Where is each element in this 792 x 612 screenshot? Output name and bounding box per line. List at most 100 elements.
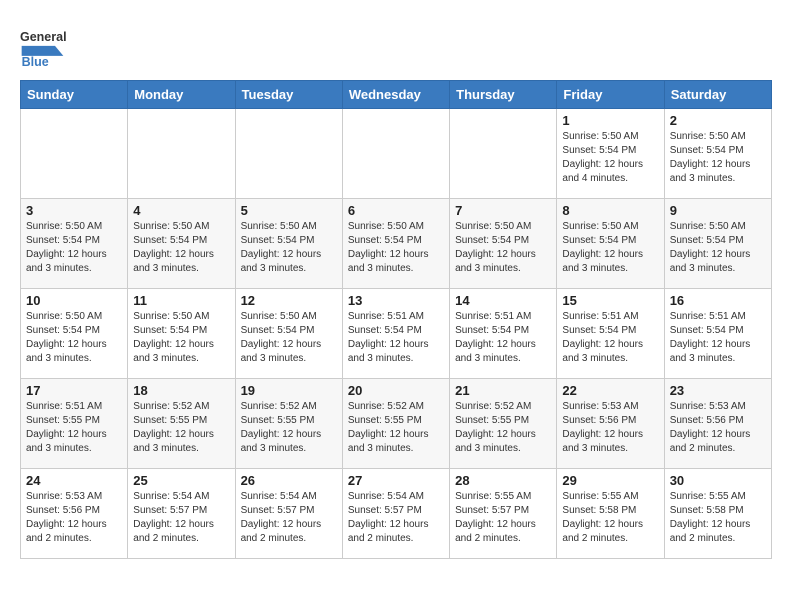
day-number: 26: [241, 473, 337, 488]
day-number: 2: [670, 113, 766, 128]
day-number: 5: [241, 203, 337, 218]
day-info: Sunrise: 5:50 AM Sunset: 5:54 PM Dayligh…: [455, 220, 551, 276]
day-info: Sunrise: 5:53 AM Sunset: 5:56 PM Dayligh…: [670, 400, 766, 456]
svg-text:Blue: Blue: [22, 55, 49, 69]
day-number: 11: [133, 293, 229, 308]
day-number: 22: [562, 383, 658, 398]
calendar-cell: 13 Sunrise: 5:51 AM Sunset: 5:54 PM Dayli…: [342, 289, 449, 379]
day-number: 28: [455, 473, 551, 488]
day-info: Sunrise: 5:52 AM Sunset: 5:55 PM Dayligh…: [133, 400, 229, 456]
calendar-cell: 6Sunrise: 5:50 AM Sunset: 5:54 PM Daylig…: [342, 199, 449, 289]
calendar-cell: [128, 109, 235, 199]
calendar-cell: 8Sunrise: 5:50 AM Sunset: 5:54 PM Daylig…: [557, 199, 664, 289]
logo: General Blue: [20, 20, 70, 70]
day-number: 4: [133, 203, 229, 218]
day-number: 7: [455, 203, 551, 218]
day-info: Sunrise: 5:50 AM Sunset: 5:54 PM Dayligh…: [133, 220, 229, 276]
calendar-cell: 7 Sunrise: 5:50 AM Sunset: 5:54 PM Daylig…: [450, 199, 557, 289]
week-row-1: 1 Sunrise: 5:50 AM Sunset: 5:54 PM Daylig…: [21, 109, 772, 199]
calendar-cell: 26 Sunrise: 5:54 AM Sunset: 5:57 PM Dayli…: [235, 469, 342, 559]
weekday-header-row: SundayMondayTuesdayWednesdayThursdayFrid…: [21, 81, 772, 109]
day-info: Sunrise: 5:50 AM Sunset: 5:54 PM Dayligh…: [26, 310, 122, 366]
calendar-cell: 24 Sunrise: 5:53 AM Sunset: 5:56 PM Dayli…: [21, 469, 128, 559]
weekday-header-tuesday: Tuesday: [235, 81, 342, 109]
week-row-4: 17Sunrise: 5:51 AM Sunset: 5:55 PM Dayli…: [21, 379, 772, 469]
calendar-table: SundayMondayTuesdayWednesdayThursdayFrid…: [20, 80, 772, 559]
day-number: 24: [26, 473, 122, 488]
day-number: 23: [670, 383, 766, 398]
day-number: 10: [26, 293, 122, 308]
week-row-5: 24 Sunrise: 5:53 AM Sunset: 5:56 PM Dayli…: [21, 469, 772, 559]
day-info: Sunrise: 5:54 AM Sunset: 5:57 PM Dayligh…: [133, 490, 229, 546]
header: General Blue: [20, 20, 772, 70]
calendar-cell: 19 Sunrise: 5:52 AM Sunset: 5:55 PM Dayli…: [235, 379, 342, 469]
calendar-cell: 14 Sunrise: 5:51 AM Sunset: 5:54 PM Dayli…: [450, 289, 557, 379]
day-number: 3: [26, 203, 122, 218]
calendar-cell: 23 Sunrise: 5:53 AM Sunset: 5:56 PM Dayli…: [664, 379, 771, 469]
day-info: Sunrise: 5:51 AM Sunset: 5:54 PM Dayligh…: [562, 310, 658, 366]
day-info: Sunrise: 5:50 AM Sunset: 5:54 PM Dayligh…: [241, 310, 337, 366]
calendar-cell: 17Sunrise: 5:51 AM Sunset: 5:55 PM Dayli…: [21, 379, 128, 469]
day-info: Sunrise: 5:52 AM Sunset: 5:55 PM Dayligh…: [348, 400, 444, 456]
day-info: Sunrise: 5:50 AM Sunset: 5:54 PM Dayligh…: [562, 130, 658, 186]
day-info: Sunrise: 5:55 AM Sunset: 5:58 PM Dayligh…: [670, 490, 766, 546]
svg-text:General: General: [20, 30, 67, 44]
day-number: 29: [562, 473, 658, 488]
day-number: 18: [133, 383, 229, 398]
calendar-cell: 25 Sunrise: 5:54 AM Sunset: 5:57 PM Dayli…: [128, 469, 235, 559]
day-info: Sunrise: 5:51 AM Sunset: 5:54 PM Dayligh…: [455, 310, 551, 366]
day-info: Sunrise: 5:50 AM Sunset: 5:54 PM Dayligh…: [562, 220, 658, 276]
day-info: Sunrise: 5:53 AM Sunset: 5:56 PM Dayligh…: [26, 490, 122, 546]
day-number: 14: [455, 293, 551, 308]
day-number: 25: [133, 473, 229, 488]
calendar-cell: [21, 109, 128, 199]
day-number: 19: [241, 383, 337, 398]
day-number: 1: [562, 113, 658, 128]
day-number: 13: [348, 293, 444, 308]
day-number: 16: [670, 293, 766, 308]
weekday-header-sunday: Sunday: [21, 81, 128, 109]
weekday-header-thursday: Thursday: [450, 81, 557, 109]
day-number: 12: [241, 293, 337, 308]
day-number: 30: [670, 473, 766, 488]
day-info: Sunrise: 5:50 AM Sunset: 5:54 PM Dayligh…: [670, 130, 766, 186]
calendar-cell: 27 Sunrise: 5:54 AM Sunset: 5:57 PM Dayli…: [342, 469, 449, 559]
day-info: Sunrise: 5:53 AM Sunset: 5:56 PM Dayligh…: [562, 400, 658, 456]
calendar-cell: 21Sunrise: 5:52 AM Sunset: 5:55 PM Dayli…: [450, 379, 557, 469]
calendar-cell: 2 Sunrise: 5:50 AM Sunset: 5:54 PM Daylig…: [664, 109, 771, 199]
calendar-cell: 1 Sunrise: 5:50 AM Sunset: 5:54 PM Daylig…: [557, 109, 664, 199]
weekday-header-friday: Friday: [557, 81, 664, 109]
day-number: 27: [348, 473, 444, 488]
week-row-3: 10 Sunrise: 5:50 AM Sunset: 5:54 PM Dayli…: [21, 289, 772, 379]
day-info: Sunrise: 5:51 AM Sunset: 5:54 PM Dayligh…: [348, 310, 444, 366]
calendar-cell: [450, 109, 557, 199]
day-number: 21: [455, 383, 551, 398]
day-info: Sunrise: 5:50 AM Sunset: 5:54 PM Dayligh…: [26, 220, 122, 276]
calendar-cell: 22 Sunrise: 5:53 AM Sunset: 5:56 PM Dayli…: [557, 379, 664, 469]
calendar-cell: 18 Sunrise: 5:52 AM Sunset: 5:55 PM Dayli…: [128, 379, 235, 469]
day-info: Sunrise: 5:50 AM Sunset: 5:54 PM Dayligh…: [670, 220, 766, 276]
weekday-header-saturday: Saturday: [664, 81, 771, 109]
calendar-cell: [342, 109, 449, 199]
day-info: Sunrise: 5:50 AM Sunset: 5:54 PM Dayligh…: [133, 310, 229, 366]
day-info: Sunrise: 5:51 AM Sunset: 5:54 PM Dayligh…: [670, 310, 766, 366]
day-info: Sunrise: 5:54 AM Sunset: 5:57 PM Dayligh…: [348, 490, 444, 546]
day-info: Sunrise: 5:55 AM Sunset: 5:58 PM Dayligh…: [562, 490, 658, 546]
logo-svg: General Blue: [20, 20, 70, 70]
day-number: 17: [26, 383, 122, 398]
day-info: Sunrise: 5:50 AM Sunset: 5:54 PM Dayligh…: [241, 220, 337, 276]
calendar-cell: 29 Sunrise: 5:55 AM Sunset: 5:58 PM Dayli…: [557, 469, 664, 559]
day-number: 20: [348, 383, 444, 398]
calendar-cell: 16 Sunrise: 5:51 AM Sunset: 5:54 PM Dayli…: [664, 289, 771, 379]
calendar-cell: 5 Sunrise: 5:50 AM Sunset: 5:54 PM Daylig…: [235, 199, 342, 289]
day-info: Sunrise: 5:52 AM Sunset: 5:55 PM Dayligh…: [241, 400, 337, 456]
calendar-cell: 11 Sunrise: 5:50 AM Sunset: 5:54 PM Dayli…: [128, 289, 235, 379]
day-info: Sunrise: 5:54 AM Sunset: 5:57 PM Dayligh…: [241, 490, 337, 546]
calendar-cell: 4 Sunrise: 5:50 AM Sunset: 5:54 PM Daylig…: [128, 199, 235, 289]
calendar-cell: 15Sunrise: 5:51 AM Sunset: 5:54 PM Dayli…: [557, 289, 664, 379]
calendar-cell: 9Sunrise: 5:50 AM Sunset: 5:54 PM Daylig…: [664, 199, 771, 289]
day-info: Sunrise: 5:55 AM Sunset: 5:57 PM Dayligh…: [455, 490, 551, 546]
calendar-cell: [235, 109, 342, 199]
calendar-cell: 12 Sunrise: 5:50 AM Sunset: 5:54 PM Dayli…: [235, 289, 342, 379]
calendar-cell: 28 Sunrise: 5:55 AM Sunset: 5:57 PM Dayli…: [450, 469, 557, 559]
